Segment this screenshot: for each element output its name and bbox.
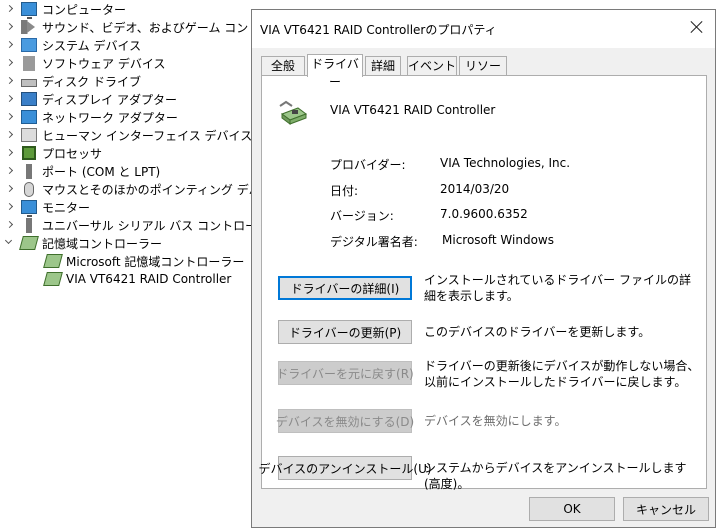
speaker-icon bbox=[21, 20, 37, 34]
processor-icon bbox=[22, 146, 36, 160]
chevron-right-icon[interactable] bbox=[4, 0, 16, 18]
chevron-right-icon[interactable] bbox=[4, 54, 16, 72]
storage-controller-icon bbox=[43, 272, 63, 286]
tree-item-label: モニター bbox=[42, 200, 91, 215]
tab-driver[interactable]: ドライバー bbox=[307, 54, 363, 89]
update-driver-desc: このデバイスのドライバーを更新します。 bbox=[424, 325, 651, 339]
chevron-right-icon[interactable] bbox=[4, 72, 16, 90]
storage-controller-icon bbox=[19, 236, 39, 250]
tree-child-via-raid[interactable]: VIA VT6421 RAID Controller bbox=[40, 270, 231, 288]
rollback-driver-button[interactable]: ドライバーを元に戻す(R) bbox=[276, 361, 414, 385]
tree-item-label: ポート (COM と LPT) bbox=[42, 164, 161, 179]
close-icon[interactable] bbox=[687, 18, 707, 38]
usb-icon bbox=[26, 217, 32, 233]
tree-item-label: ネットワーク アダプター bbox=[42, 110, 178, 125]
tree-item-label: ヒューマン インターフェイス デバイス bbox=[42, 128, 253, 143]
tree-child-microsoft-storage[interactable]: Microsoft 記憶域コントローラー bbox=[40, 252, 244, 270]
ok-button[interactable]: OK bbox=[529, 497, 615, 521]
driver-details-button[interactable]: ドライバーの詳細(I) bbox=[278, 276, 412, 300]
tree-item-processors[interactable]: プロセッサ bbox=[0, 144, 102, 162]
tab-resources[interactable]: リソース bbox=[459, 56, 507, 91]
tree-item-label: ユニバーサル シリアル バス コントローラー bbox=[42, 218, 282, 233]
tree-item-display-adapters[interactable]: ディスプレイ アダプター bbox=[0, 90, 177, 108]
tree-item-monitors[interactable]: モニター bbox=[0, 198, 91, 217]
tree-item-label: ディスク ドライブ bbox=[42, 74, 141, 89]
computer-icon bbox=[21, 2, 37, 19]
tree-item-label: 記憶域コントローラー bbox=[42, 236, 163, 251]
chevron-right-icon[interactable] bbox=[4, 144, 16, 162]
chevron-right-icon[interactable] bbox=[4, 90, 16, 108]
version-label: バージョン: bbox=[330, 209, 394, 223]
tree-item-system-devices[interactable]: システム デバイス bbox=[0, 36, 141, 54]
tree-item-label: ソフトウェア デバイス bbox=[42, 56, 166, 71]
tree-item-disk-drives[interactable]: ディスク ドライブ bbox=[0, 72, 141, 90]
display-adapter-icon bbox=[21, 92, 37, 106]
tree-item-usb[interactable]: ユニバーサル シリアル バス コントローラー bbox=[0, 216, 281, 234]
tab-details[interactable]: 詳細 bbox=[365, 56, 401, 75]
tree-item-computer[interactable]: コンピューター bbox=[0, 0, 127, 19]
tree-item-label: Microsoft 記憶域コントローラー bbox=[66, 254, 245, 269]
version-value: 7.0.9600.6352 bbox=[440, 207, 528, 221]
chevron-right-icon[interactable] bbox=[4, 162, 16, 180]
tab-events[interactable]: イベント bbox=[407, 56, 457, 75]
port-icon bbox=[26, 163, 32, 179]
cancel-button[interactable]: キャンセル bbox=[623, 497, 709, 521]
tree-item-network-adapters[interactable]: ネットワーク アダプター bbox=[0, 108, 178, 126]
tree-item-software-devices[interactable]: ソフトウェア デバイス bbox=[0, 54, 165, 72]
provider-label: プロバイダー: bbox=[330, 158, 406, 172]
chevron-right-icon[interactable] bbox=[4, 36, 16, 54]
driver-details-desc: インストールされているドライバー ファイルの詳細を表示します。 bbox=[424, 273, 691, 303]
disable-device-button[interactable]: デバイスを無効にする(D) bbox=[276, 409, 414, 433]
tree-item-label: プロセッサ bbox=[42, 146, 103, 161]
chevron-right-icon[interactable] bbox=[4, 126, 16, 144]
properties-dialog: VIA VT6421 RAID Controllerのプロパティ 全般 ドライバ… bbox=[251, 9, 716, 528]
tree-item-label: VIA VT6421 RAID Controller bbox=[66, 272, 232, 286]
hid-icon bbox=[21, 128, 37, 142]
signer-label: デジタル署名者: bbox=[330, 235, 418, 249]
tab-general[interactable]: 全般 bbox=[261, 56, 305, 75]
tree-item-hid[interactable]: ヒューマン インターフェイス デバイス bbox=[0, 126, 252, 144]
uninstall-device-button[interactable]: デバイスのアンインストール(U) bbox=[258, 456, 432, 480]
disable-device-desc: デバイスを無効にします。 bbox=[424, 414, 567, 428]
dialog-titlebar[interactable]: VIA VT6421 RAID Controllerのプロパティ bbox=[252, 10, 715, 48]
tree-item-ports[interactable]: ポート (COM と LPT) bbox=[0, 162, 160, 180]
chevron-right-icon[interactable] bbox=[4, 180, 16, 198]
system-device-icon bbox=[21, 38, 37, 52]
disk-drive-icon bbox=[21, 79, 37, 87]
chevron-down-icon[interactable] bbox=[4, 234, 16, 252]
monitor-icon bbox=[21, 200, 37, 217]
storage-controller-icon bbox=[279, 100, 308, 125]
tree-item-label: マウスとそのほかのポインティング デバイス bbox=[42, 182, 285, 197]
tree-item-label: ディスプレイ アダプター bbox=[42, 92, 177, 107]
chevron-right-icon[interactable] bbox=[4, 108, 16, 126]
storage-controller-icon bbox=[43, 254, 63, 268]
dialog-title: VIA VT6421 RAID Controllerのプロパティ bbox=[260, 23, 497, 37]
device-name: VIA VT6421 RAID Controller bbox=[330, 103, 496, 117]
driver-tab-panel: VIA VT6421 RAID Controller プロバイダー: VIA T… bbox=[258, 75, 707, 491]
uninstall-device-desc: システムからデバイスをアンインストールします (高度)。 bbox=[424, 461, 687, 491]
chevron-right-icon[interactable] bbox=[4, 216, 16, 234]
tree-item-label: システム デバイス bbox=[42, 38, 142, 53]
chevron-right-icon[interactable] bbox=[4, 18, 16, 36]
network-adapter-icon bbox=[21, 110, 37, 124]
date-label: 日付: bbox=[330, 184, 359, 198]
tree-item-label: コンピューター bbox=[42, 2, 127, 17]
tree-item-mice[interactable]: マウスとそのほかのポインティング デバイス bbox=[0, 180, 284, 198]
software-device-icon bbox=[23, 55, 35, 71]
mouse-icon bbox=[24, 181, 34, 197]
rollback-driver-desc: ドライバーの更新後にデバイスが動作しない場合、以前にインストールしたドライバーに… bbox=[424, 359, 700, 389]
provider-value: VIA Technologies, Inc. bbox=[440, 156, 571, 170]
signer-value: Microsoft Windows bbox=[442, 233, 554, 247]
date-value: 2014/03/20 bbox=[440, 182, 510, 196]
tree-item-storage-controllers[interactable]: 記憶域コントローラー bbox=[0, 234, 162, 252]
chevron-right-icon[interactable] bbox=[4, 198, 16, 216]
update-driver-button[interactable]: ドライバーの更新(P) bbox=[278, 320, 412, 344]
device-tree: コンピューター サウンド、ビデオ、およびゲーム コントローラー システム デバイ… bbox=[0, 0, 308, 528]
